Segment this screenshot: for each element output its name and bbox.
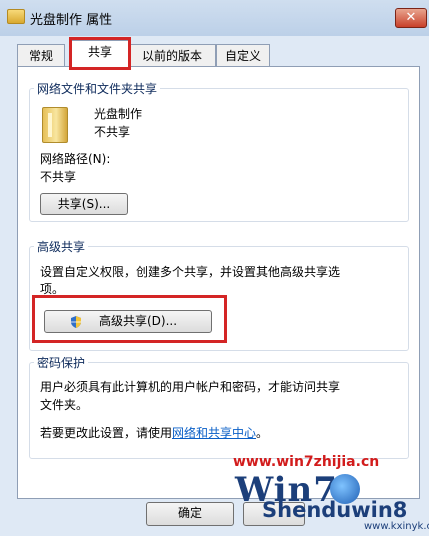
password-protection-title: 密码保护 [34, 354, 89, 371]
folder-share-status: 不共享 [94, 125, 131, 139]
tab-previous-versions[interactable]: 以前的版本 [128, 44, 216, 67]
watermark-site: www.win7zhijia.cn [233, 454, 380, 470]
network-sharing-title: 网络文件和文件夹共享 [34, 80, 161, 97]
network-path-label: 网络路径(N): [40, 152, 111, 166]
share-button[interactable]: 共享(S)... [40, 193, 128, 215]
advanced-sharing-highlight-box [32, 295, 227, 343]
folder-name: 光盘制作 [94, 107, 143, 121]
password-protection-desc-2: 文件夹。 [40, 398, 89, 412]
ok-button[interactable]: 确定 [146, 502, 234, 526]
network-path-value: 不共享 [40, 170, 77, 184]
tab-highlight-box [69, 37, 131, 70]
watermark-url: www.kxinyk.com [364, 521, 429, 532]
password-change-note: 若要更改此设置，请使用网络和共享中心。 [40, 424, 268, 441]
watermark-brand: Shenduwin8 [262, 498, 408, 522]
sharing-panel: 网络文件和文件夹共享 光盘制作 不共享 网络路径(N): 不共享 共享(S)..… [17, 66, 420, 499]
title-bar: 光盘制作 属性 ✕ [0, 0, 429, 36]
advanced-sharing-title: 高级共享 [34, 238, 89, 255]
folder-icon [7, 9, 25, 24]
folder-icon [42, 107, 68, 143]
password-change-suffix: 。 [256, 426, 269, 440]
close-button[interactable]: ✕ [395, 8, 427, 28]
advanced-sharing-desc-1: 设置自定义权限，创建多个共享，并设置其他高级共享选 [40, 265, 341, 279]
network-sharing-center-link[interactable]: 网络和共享中心 [172, 426, 256, 440]
window-title: 光盘制作 属性 [30, 13, 113, 28]
password-protection-desc-1: 用户必须具有此计算机的用户帐户和密码，才能访问共享 [40, 380, 341, 394]
password-change-prefix: 若要更改此设置，请使用 [40, 426, 173, 440]
tab-general[interactable]: 常规 [17, 44, 65, 67]
tab-customize[interactable]: 自定义 [216, 44, 270, 67]
